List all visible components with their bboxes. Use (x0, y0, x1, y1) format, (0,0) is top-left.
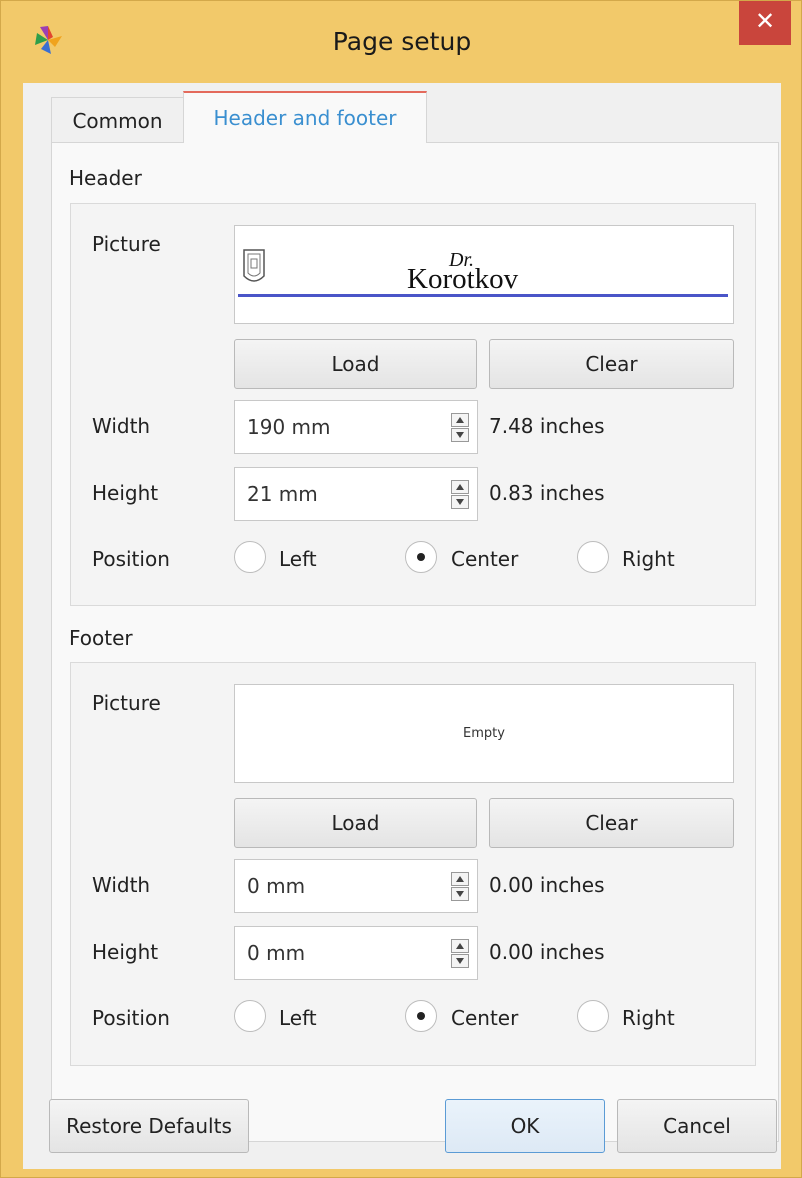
spin-arrows[interactable] (451, 872, 471, 902)
footer-picture-label: Picture (92, 691, 161, 715)
header-width-inches: 7.48 inches (489, 414, 605, 438)
footer-position-right-label[interactable]: Right (622, 1006, 675, 1030)
ok-button[interactable]: OK (445, 1099, 605, 1153)
header-height-spinbox[interactable]: 21 mm (234, 467, 478, 521)
tab-common[interactable]: Common (51, 97, 184, 143)
footer-position-label: Position (92, 1006, 170, 1030)
header-picture-preview: Korotkov Dr. (234, 225, 734, 324)
spin-arrows[interactable] (451, 480, 471, 510)
spin-up-icon[interactable] (451, 413, 469, 427)
footer-picture-preview: Empty (234, 684, 734, 783)
footer-group: Picture Empty Load Clear Width 0 mm 0.00… (70, 662, 756, 1066)
spin-up-icon[interactable] (451, 939, 469, 953)
footer-width-label: Width (92, 873, 151, 897)
header-position-center-label[interactable]: Center (451, 547, 518, 571)
footer-width-spinbox[interactable]: 0 mm (234, 859, 478, 913)
footer-width-inches: 0.00 inches (489, 873, 605, 897)
restore-defaults-button[interactable]: Restore Defaults (49, 1099, 249, 1153)
header-group: Picture Korotkov Dr. Load Clear Width 19… (70, 203, 756, 606)
footer-width-value[interactable]: 0 mm (247, 860, 305, 912)
header-height-value[interactable]: 21 mm (247, 468, 318, 520)
footer-position-right-radio[interactable] (577, 1000, 609, 1032)
title-bar[interactable]: Page setup ✕ (1, 1, 802, 83)
header-clear-button[interactable]: Clear (489, 339, 734, 389)
footer-height-label: Height (92, 940, 159, 964)
footer-height-value[interactable]: 0 mm (247, 927, 305, 979)
header-section-title: Header (69, 166, 142, 190)
footer-position-center-label[interactable]: Center (451, 1006, 518, 1030)
page-setup-dialog: Page setup ✕ Common Header and footer He… (0, 0, 802, 1178)
footer-height-spinbox[interactable]: 0 mm (234, 926, 478, 980)
spin-down-icon[interactable] (451, 495, 469, 509)
logo-script-text: Dr. (448, 249, 474, 271)
header-height-inches: 0.83 inches (489, 481, 605, 505)
crest-icon (243, 249, 265, 282)
footer-position-left-label[interactable]: Left (279, 1006, 317, 1030)
header-position-right-radio[interactable] (577, 541, 609, 573)
spin-down-icon[interactable] (451, 428, 469, 442)
footer-position-center-radio[interactable] (405, 1000, 437, 1032)
logo-underline (238, 294, 728, 297)
header-position-left-label[interactable]: Left (279, 547, 317, 571)
header-width-spinbox[interactable]: 190 mm (234, 400, 478, 454)
tab-header-and-footer[interactable]: Header and footer (183, 91, 427, 143)
header-position-right-label[interactable]: Right (622, 547, 675, 571)
header-height-label: Height (92, 481, 159, 505)
footer-load-button[interactable]: Load (234, 798, 477, 848)
header-width-value[interactable]: 190 mm (247, 401, 331, 453)
header-logo-image: Korotkov Dr. (238, 249, 728, 297)
close-icon: ✕ (754, 7, 776, 35)
footer-section-title: Footer (69, 626, 133, 650)
spin-up-icon[interactable] (451, 480, 469, 494)
close-button[interactable]: ✕ (739, 1, 791, 45)
spin-down-icon[interactable] (451, 954, 469, 968)
header-picture-label: Picture (92, 232, 161, 256)
footer-picture-empty-text: Empty (463, 726, 505, 741)
header-position-label: Position (92, 547, 170, 571)
footer-height-inches: 0.00 inches (489, 940, 605, 964)
footer-clear-button[interactable]: Clear (489, 798, 734, 848)
spin-arrows[interactable] (451, 939, 471, 969)
footer-position-left-radio[interactable] (234, 1000, 266, 1032)
dialog-client-area: Common Header and footer Header Picture … (23, 83, 781, 1169)
header-load-button[interactable]: Load (234, 339, 477, 389)
header-width-label: Width (92, 414, 151, 438)
cancel-button[interactable]: Cancel (617, 1099, 777, 1153)
spin-down-icon[interactable] (451, 887, 469, 901)
window-title: Page setup (332, 27, 472, 56)
spin-up-icon[interactable] (451, 872, 469, 886)
spin-arrows[interactable] (451, 413, 471, 443)
header-position-center-radio[interactable] (405, 541, 437, 573)
header-position-left-radio[interactable] (234, 541, 266, 573)
